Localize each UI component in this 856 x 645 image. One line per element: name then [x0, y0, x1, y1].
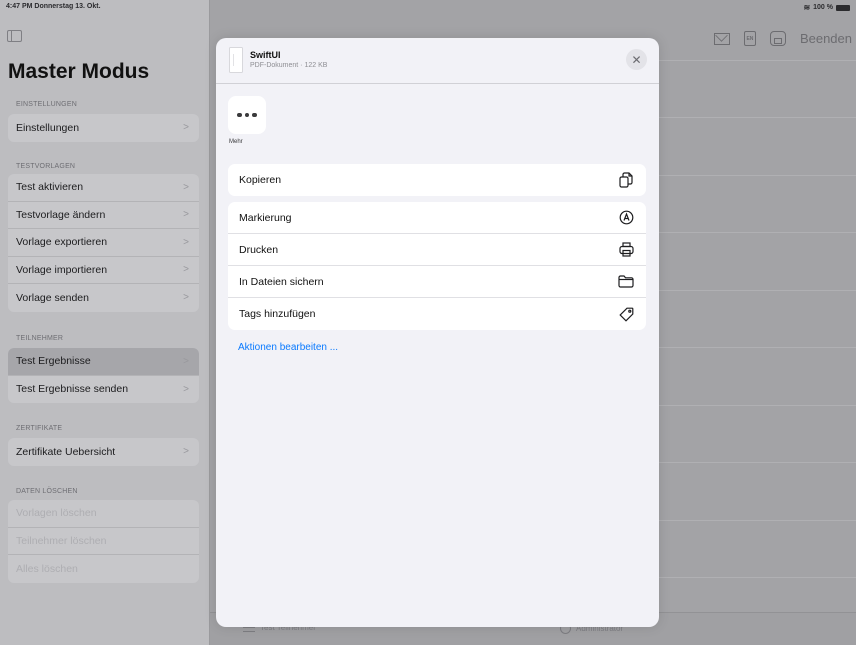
wifi-icon: ≋ — [803, 3, 811, 12]
action-group-main: Markierung Drucken In Dateien sichern Ta… — [228, 202, 646, 330]
share-sheet: SwiftUI PDF-Dokument · 122 KB ✕ Mehr Kop… — [216, 38, 659, 627]
divider — [655, 462, 856, 463]
sidebar-item-label: Einstellungen — [16, 121, 80, 134]
sidebar-item-test-ergebnisse[interactable]: Test Ergebnisse > — [8, 348, 199, 376]
section-header-daten-loeschen: DATEN LÖSCHEN — [16, 488, 78, 495]
sidebar-item-test-ergebnisse-senden[interactable]: Test Ergebnisse senden > — [8, 376, 199, 404]
mail-icon[interactable] — [713, 32, 730, 45]
group-zertifikate: Zertifikate Uebersicht > — [8, 438, 199, 466]
ellipsis-icon — [237, 112, 257, 118]
sidebar-item-label: Teilnehmer löschen — [16, 534, 107, 547]
divider — [655, 347, 856, 348]
document-icon[interactable]: EN — [743, 31, 756, 46]
sidebar-item-label: Testvorlage ändern — [16, 208, 106, 221]
sidebar-item-label: Test Ergebnisse senden — [16, 383, 129, 396]
action-markierung[interactable]: Markierung — [228, 202, 646, 234]
section-header-teilnehmer: TEILNEHMER — [16, 335, 64, 342]
divider — [655, 290, 856, 291]
sidebar-item-label: Test aktivieren — [16, 181, 84, 194]
beenden-button[interactable]: Beenden — [800, 31, 852, 46]
section-header-zertifikate: ZERTIFIKATE — [16, 425, 63, 432]
chevron-right-icon: > — [183, 446, 189, 458]
tag-icon — [618, 306, 634, 322]
chevron-right-icon: > — [183, 292, 189, 304]
chevron-right-icon: > — [183, 122, 189, 134]
chevron-right-icon: > — [183, 209, 189, 221]
share-sheet-header: SwiftUI PDF-Dokument · 122 KB ✕ — [216, 38, 659, 84]
sidebar-item-alles-loeschen: Alles löschen — [8, 555, 199, 583]
action-tags-hinzufuegen[interactable]: Tags hinzufügen — [228, 298, 646, 330]
sidebar-item-zertifikate-uebersicht[interactable]: Zertifikate Uebersicht > — [8, 438, 199, 466]
section-header-einstellungen: EINSTELLUNGEN — [16, 101, 77, 108]
file-meta: PDF-Dokument · 122 KB — [250, 62, 328, 69]
sidebar: 4:47 PM Donnerstag 13. Okt. Master Modus… — [0, 0, 209, 645]
divider — [655, 405, 856, 406]
file-name: SwiftUI — [250, 50, 281, 60]
sidebar-toggle-icon[interactable] — [7, 30, 22, 42]
sidebar-item-vorlage-importieren[interactable]: Vorlage importieren > — [8, 257, 199, 284]
chevron-right-icon: > — [183, 383, 189, 395]
action-label: Drucken — [239, 243, 279, 256]
sidebar-item-vorlage-exportieren[interactable]: Vorlage exportieren > — [8, 229, 199, 257]
divider — [655, 175, 856, 176]
group-testvorlagen: Test aktivieren > Testvorlage ändern > V… — [8, 174, 199, 312]
sidebar-item-teilnehmer-loeschen: Teilnehmer löschen — [8, 528, 199, 555]
action-label: Kopieren — [239, 174, 282, 186]
battery-percent: 100 % — [813, 4, 833, 11]
divider — [655, 577, 856, 578]
section-header-testvorlagen: TESTVORLAGEN — [16, 163, 76, 170]
sidebar-item-label: Alles löschen — [16, 562, 78, 575]
divider — [655, 60, 856, 61]
action-in-dateien-sichern[interactable]: In Dateien sichern — [228, 266, 646, 298]
divider — [655, 232, 856, 233]
folder-icon — [618, 274, 634, 290]
pdf-thumbnail-icon — [229, 47, 243, 73]
group-einstellungen: Einstellungen > — [8, 114, 199, 142]
chevron-right-icon: > — [183, 355, 189, 367]
group-teilnehmer: Test Ergebnisse > Test Ergebnisse senden… — [8, 348, 199, 403]
sidebar-title: Master Modus — [8, 60, 150, 83]
print-icon[interactable] — [769, 31, 786, 46]
close-button[interactable]: ✕ — [626, 49, 647, 70]
chevron-right-icon: > — [183, 264, 189, 276]
divider — [655, 117, 856, 118]
edit-actions-link[interactable]: Aktionen bearbeiten ... — [238, 342, 338, 353]
action-kopieren[interactable]: Kopieren — [228, 164, 646, 196]
sidebar-item-label: Test Ergebnisse — [16, 355, 91, 368]
action-label: In Dateien sichern — [239, 275, 324, 288]
print-icon — [618, 242, 634, 258]
action-group-copy: Kopieren — [228, 164, 646, 196]
sidebar-item-vorlagen-loeschen: Vorlagen löschen — [8, 500, 199, 528]
sidebar-item-vorlage-senden[interactable]: Vorlage senden > — [8, 284, 199, 312]
sidebar-item-test-aktivieren[interactable]: Test aktivieren > — [8, 174, 199, 202]
more-label: Mehr — [229, 139, 243, 145]
action-label: Tags hinzufügen — [239, 308, 316, 320]
toolbar: EN Beenden — [713, 31, 852, 46]
sidebar-item-label: Vorlage importieren — [16, 263, 108, 276]
status-time-date: 4:47 PM Donnerstag 13. Okt. — [6, 3, 101, 10]
group-daten-loeschen: Vorlagen löschen Teilnehmer löschen Alle… — [8, 500, 199, 583]
markup-icon — [618, 210, 634, 226]
sidebar-item-einstellungen[interactable]: Einstellungen > — [8, 114, 199, 142]
copy-icon — [618, 172, 634, 188]
sidebar-item-label: Vorlage exportieren — [16, 236, 108, 249]
chevron-right-icon: > — [183, 181, 189, 193]
sidebar-item-label: Vorlagen löschen — [16, 507, 97, 520]
battery-icon — [836, 4, 850, 11]
chevron-right-icon: > — [183, 236, 189, 248]
action-label: Markierung — [239, 211, 292, 224]
sidebar-item-label: Vorlage senden — [16, 291, 89, 304]
sidebar-item-label: Zertifikate Uebersicht — [16, 445, 116, 458]
action-drucken[interactable]: Drucken — [228, 234, 646, 266]
sidebar-item-testvorlage-aendern[interactable]: Testvorlage ändern > — [8, 202, 199, 229]
status-right: ≋ 100 % — [803, 3, 850, 12]
divider — [655, 520, 856, 521]
more-button[interactable] — [228, 96, 266, 134]
